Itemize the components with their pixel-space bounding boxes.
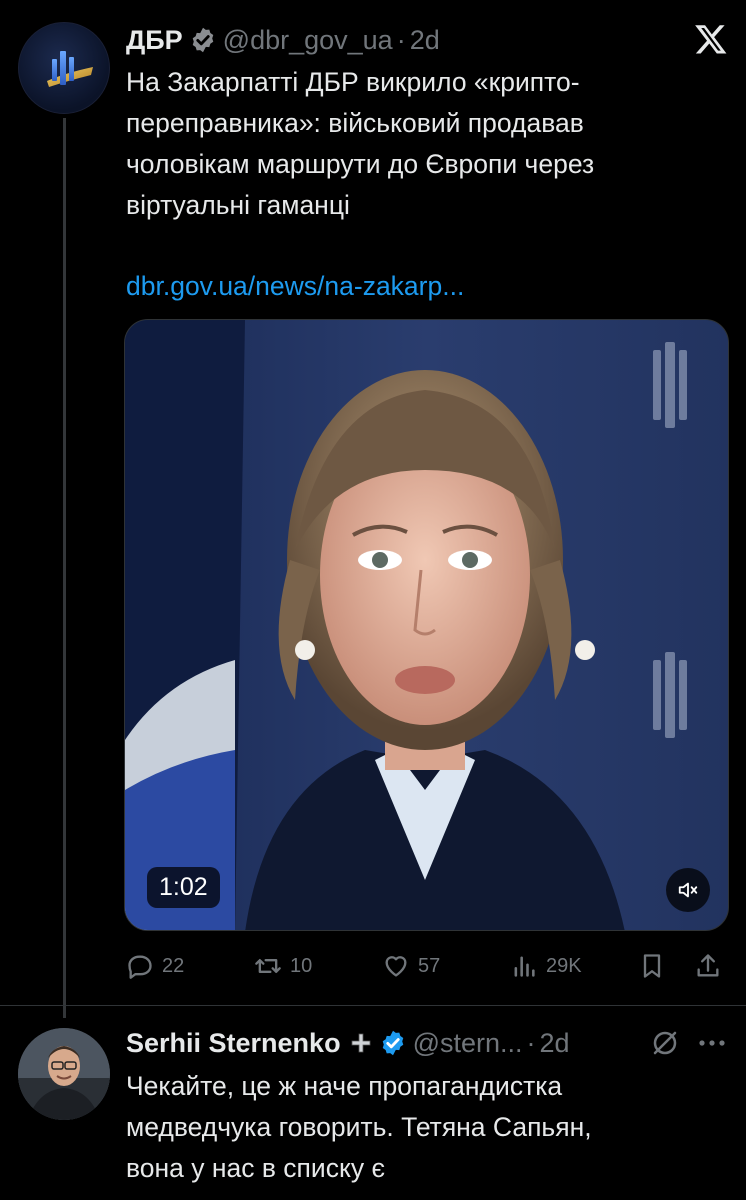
divider [0, 1005, 746, 1006]
reply-button[interactable]: 22 [126, 946, 184, 986]
mute-button[interactable] [666, 868, 710, 912]
like-button[interactable]: 57 [382, 946, 440, 986]
reply-count: 22 [162, 954, 185, 977]
tweet-header: ДБР @dbr_gov_ua · 2d [126, 22, 440, 58]
views-count: 29K [546, 954, 582, 977]
profile-photo [18, 1028, 110, 1120]
separator-dot: · [526, 1027, 536, 1058]
separator-dot: · [396, 24, 406, 55]
tweet-actions: 22 10 57 29K [126, 946, 731, 986]
share-icon [697, 954, 719, 977]
bookmark-button[interactable] [638, 946, 674, 986]
repost-button[interactable]: 10 [254, 946, 312, 986]
cross-icon [351, 1033, 370, 1053]
verified-badge-icon [382, 1030, 403, 1056]
reply-author-name[interactable]: Serhii Sternenko [126, 1028, 341, 1059]
verified-badge-icon [192, 27, 213, 53]
author-name[interactable]: ДБР [126, 25, 183, 56]
x-logo-icon[interactable] [694, 22, 728, 56]
news-link[interactable]: dbr.gov.ua/news/na-zakarp... [126, 266, 464, 306]
dbr-logo-icon [47, 51, 93, 87]
repost-icon [255, 959, 281, 973]
repost-count: 10 [290, 954, 313, 977]
author-handle[interactable]: @dbr_gov_ua [223, 25, 393, 56]
views-button[interactable]: 29K [510, 946, 582, 986]
video-player[interactable]: 1:02 [124, 319, 729, 931]
video-thumbnail [125, 320, 728, 930]
mute-icon [678, 882, 698, 898]
like-icon [385, 956, 407, 977]
reply-time[interactable]: 2d [540, 1028, 570, 1059]
tweet-text: На Закарпатті ДБР викрило «крипто- переп… [126, 67, 595, 220]
reply-text: Чекайте, це ж наче пропагандистка медвед… [126, 1071, 592, 1183]
reply-header: Serhii Sternenko @stern... · 2d [126, 1025, 570, 1061]
share-button[interactable] [694, 946, 730, 986]
sternenko-avatar[interactable] [18, 1028, 110, 1120]
dbr-avatar[interactable] [18, 22, 110, 114]
more-icon[interactable] [694, 1028, 730, 1058]
reply-author-handle[interactable]: @stern... [413, 1028, 523, 1059]
reply-icon [128, 955, 152, 979]
thread-line [63, 118, 66, 1018]
bookmark-icon [643, 954, 661, 978]
video-duration: 1:02 [147, 867, 220, 908]
like-count: 57 [418, 954, 441, 977]
views-icon [514, 956, 535, 977]
grok-icon[interactable] [650, 1028, 680, 1058]
tweet-time[interactable]: 2d [410, 25, 440, 56]
